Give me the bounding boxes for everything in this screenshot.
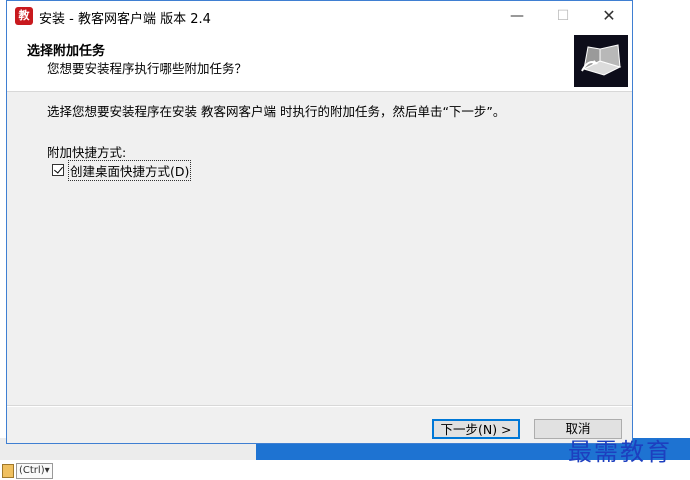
minimize-button[interactable]: — bbox=[494, 1, 540, 31]
divider-highlight bbox=[7, 406, 632, 407]
installer-window: 教 安装 - 教客网客户端 版本 2.4 — ☐ ✕ 选择附加任务 您想要安装程… bbox=[6, 0, 633, 444]
page-subtitle: 您想要安装程序执行哪些附加任务？ bbox=[47, 61, 248, 76]
page-title: 选择附加任务 bbox=[27, 44, 106, 59]
close-button[interactable]: ✕ bbox=[586, 1, 632, 31]
maximize-button[interactable]: ☐ bbox=[540, 1, 586, 31]
checkbox-label[interactable]: 创建桌面快捷方式(D) bbox=[68, 159, 192, 181]
paste-options[interactable]: (Ctrl)▾ bbox=[0, 462, 53, 480]
ctrl-dropdown[interactable]: (Ctrl)▾ bbox=[16, 463, 53, 479]
section-label: 附加快捷方式: bbox=[47, 145, 127, 160]
background-right bbox=[633, 0, 690, 438]
app-icon: 教 bbox=[15, 7, 33, 25]
wizard-header: 选择附加任务 您想要安装程序执行哪些附加任务？ bbox=[7, 31, 632, 92]
window-title: 安装 - 教客网客户端 版本 2.4 bbox=[39, 12, 211, 27]
next-button[interactable]: 下一步(N) > bbox=[432, 419, 520, 439]
installer-box-icon bbox=[574, 35, 628, 87]
watermark-logo: 最需教育 bbox=[568, 438, 672, 466]
paste-icon bbox=[2, 464, 14, 478]
title-bar[interactable]: 教 安装 - 教客网客户端 版本 2.4 — ☐ ✕ bbox=[7, 1, 632, 31]
desktop-shortcut-checkbox[interactable] bbox=[52, 164, 64, 176]
desktop-shortcut-option[interactable]: 创建桌面快捷方式(D) bbox=[52, 159, 192, 181]
instruction-text: 选择您想要安装程序在安装 教客网客户端 时执行的附加任务，然后单击“下一步”。 bbox=[47, 104, 506, 119]
